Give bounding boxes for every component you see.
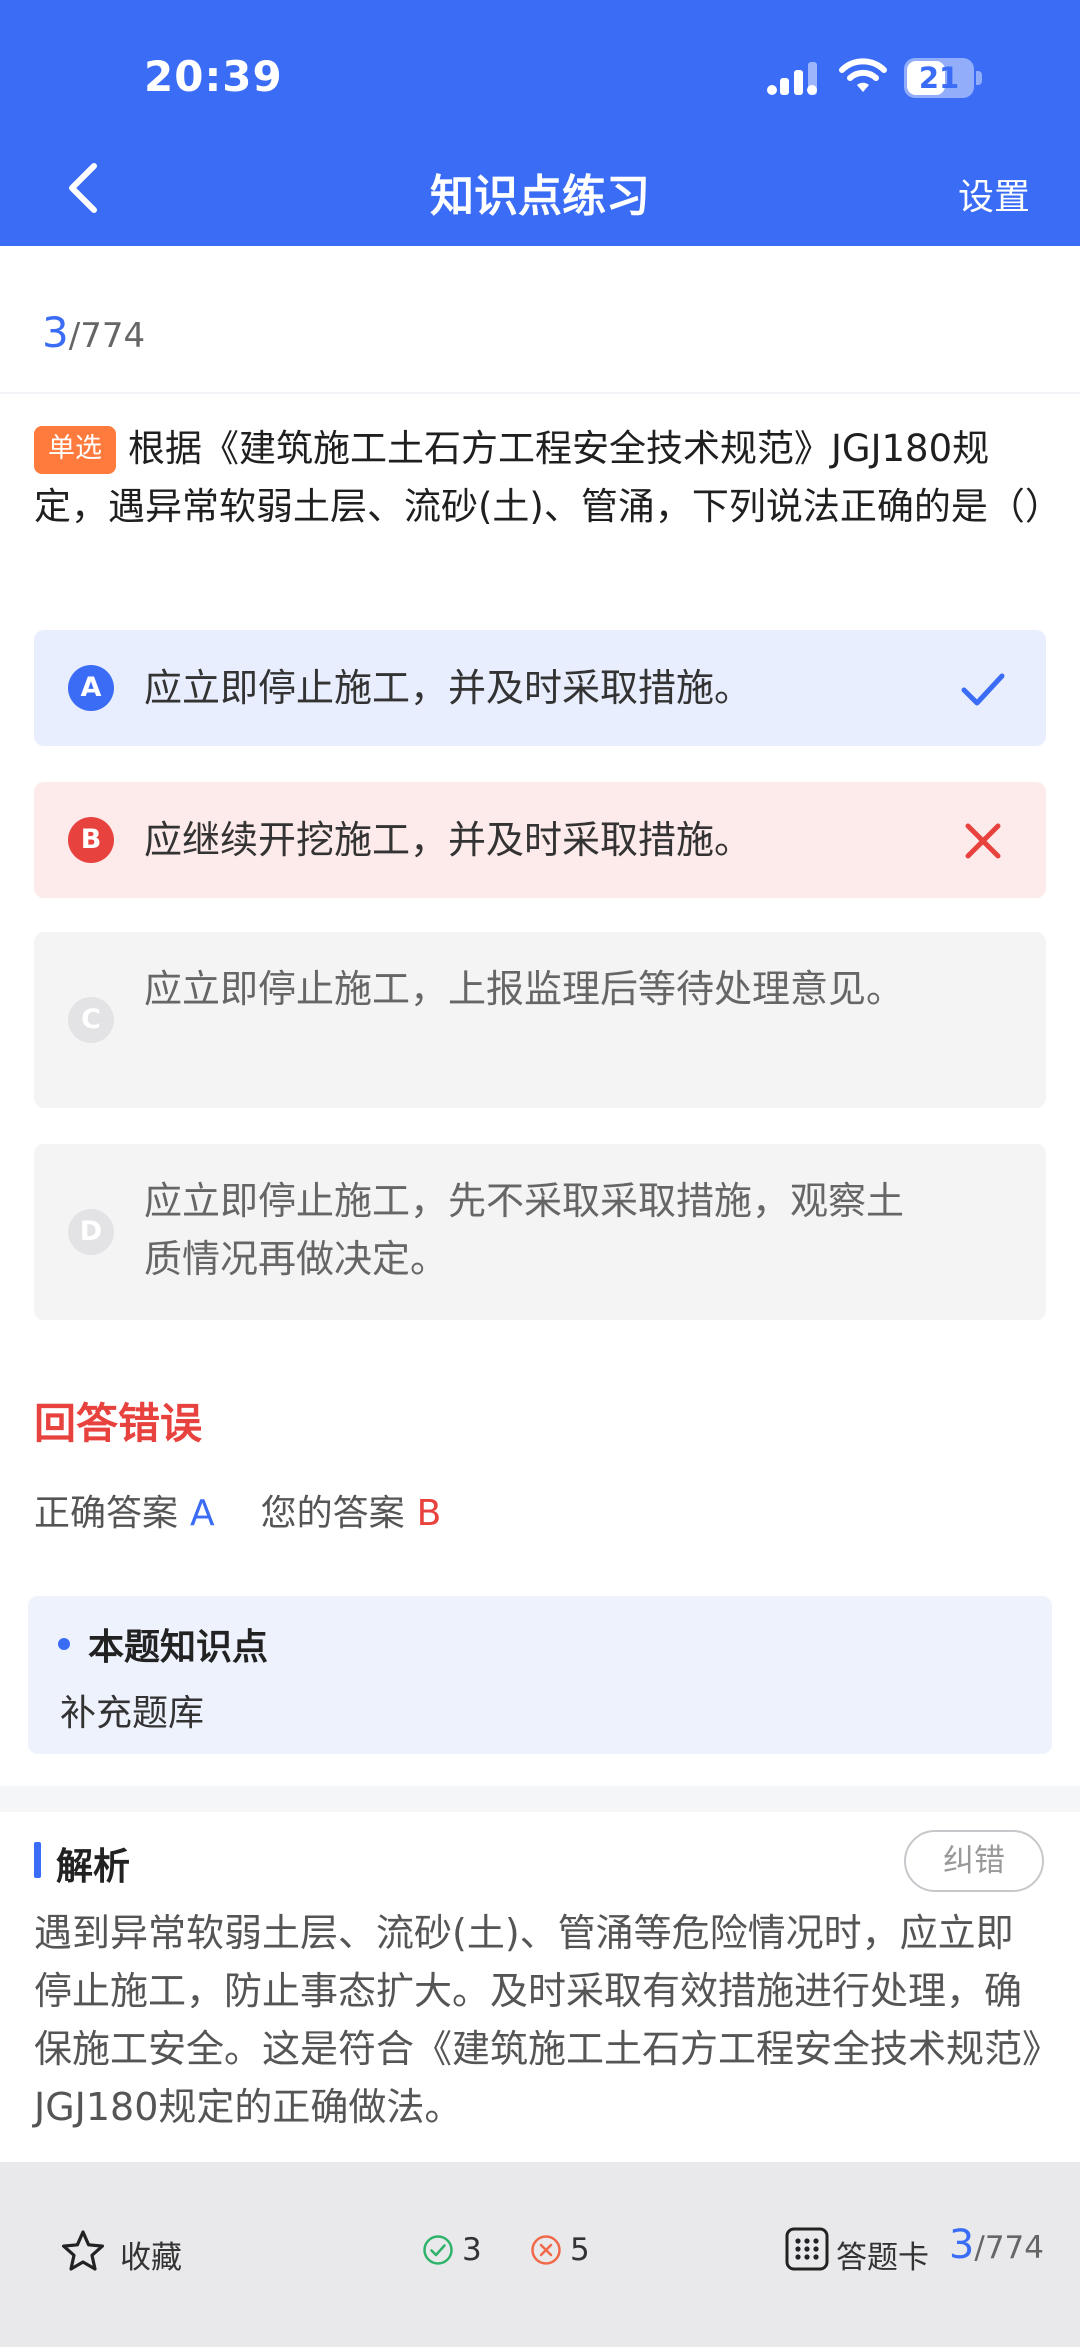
result-status: 回答错误: [34, 1399, 203, 1448]
correct-count-value: 3: [462, 2232, 482, 2268]
question-stem: 单选 根据《建筑施工土石方工程安全技术规范》JGJ180规定，遇异常软弱土层、流砂…: [34, 420, 1062, 536]
option-letter-badge: A: [68, 665, 114, 711]
bottom-current-number: 3: [948, 2222, 975, 2268]
answer-card-label: 答题卡: [836, 2240, 929, 2276]
wifi-icon: [839, 58, 887, 92]
bullet-dot: [58, 1638, 70, 1650]
question-counter: 3/774: [42, 308, 145, 357]
answer-summary: 正确答案 A 您的答案 B: [34, 1484, 441, 1536]
bottom-question-counter: 3/774: [949, 2222, 1044, 2268]
bottom-total-number: /774: [974, 2230, 1044, 2266]
app-header: 20:39 21 知识点练习 设置: [0, 0, 1080, 246]
option-c[interactable]: C 应立即停止施工，上报监理后等待处理意见。: [34, 932, 1046, 1108]
grid-icon: [785, 2227, 829, 2271]
cross-icon: [965, 823, 1001, 859]
knowledge-point-value: 补充题库: [60, 1693, 205, 1734]
current-question-number: 3: [42, 308, 69, 357]
bottom-toolbar: 收藏 3 5 答题卡 3/774: [0, 2162, 1080, 2347]
question-text: 根据《建筑施工土石方工程安全技术规范》JGJ180规定，遇异常软弱土层、流砂(土…: [34, 427, 1062, 528]
option-text: 应立即停止施工，先不采取采取措施，观察土质情况再做决定。: [144, 1179, 905, 1281]
status-time: 20:39: [144, 52, 283, 101]
option-a[interactable]: A 应立即停止施工，并及时采取措施。: [34, 630, 1046, 746]
analysis-title: 解析: [56, 1845, 130, 1888]
cellular-signal-icon: [767, 62, 817, 95]
section-separator: [0, 1786, 1080, 1812]
back-arrow-icon[interactable]: [56, 158, 116, 218]
correct-answer-label: 正确答案: [34, 1493, 179, 1534]
checkmark-icon: [961, 673, 1005, 706]
option-text: 应立即停止施工，上报监理后等待处理意见。: [144, 967, 905, 1011]
option-letter-badge: D: [68, 1209, 114, 1255]
section-accent-bar: [34, 1842, 41, 1878]
question-type-badge: 单选: [34, 426, 116, 474]
report-error-button[interactable]: 纠错: [904, 1830, 1044, 1892]
favorite-label: 收藏: [120, 2240, 182, 2276]
your-answer-value: B: [416, 1493, 442, 1534]
option-letter-badge: C: [68, 997, 114, 1043]
x-circle-icon: [531, 2235, 561, 2265]
your-answer-label: 您的答案: [260, 1493, 405, 1534]
analysis-text: 遇到异常软弱土层、流砂(土)、管涌等危险情况时，应立即停止施工，防止事态扩大。及…: [34, 1911, 1042, 2129]
option-letter-badge: B: [68, 817, 114, 863]
settings-button[interactable]: 设置: [958, 168, 1030, 220]
knowledge-point-title: 本题知识点: [88, 1627, 269, 1668]
divider: [0, 392, 1080, 394]
battery-level: 21: [918, 61, 960, 95]
correct-answer-value: A: [190, 1493, 215, 1534]
battery-icon: 21: [904, 58, 982, 98]
option-b[interactable]: B 应继续开挖施工，并及时采取措施。: [34, 782, 1046, 898]
star-icon: [62, 2230, 104, 2271]
wrong-count-value: 5: [570, 2232, 590, 2268]
option-d[interactable]: D 应立即停止施工，先不采取采取措施，观察土质情况再做决定。: [34, 1144, 1046, 1320]
option-text: 应继续开挖施工，并及时采取措施。: [144, 818, 753, 862]
page-title: 知识点练习: [430, 171, 650, 222]
total-questions: /774: [68, 316, 146, 356]
option-text: 应立即停止施工，并及时采取措施。: [144, 666, 753, 710]
check-circle-icon: [423, 2235, 453, 2265]
knowledge-point-card: 本题知识点 补充题库: [28, 1596, 1052, 1754]
